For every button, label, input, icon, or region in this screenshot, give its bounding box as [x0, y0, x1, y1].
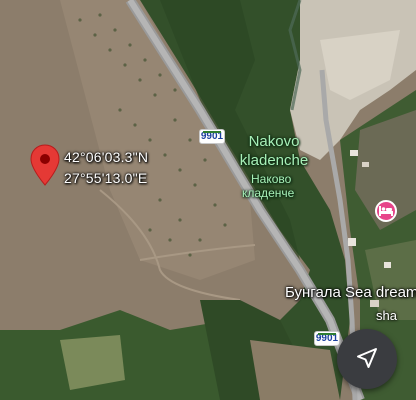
navigation-arrow-icon: [357, 348, 377, 368]
marker-longitude: 27°55'13.0"E: [64, 170, 148, 186]
satellite-map[interactable]: 42°06'03.3"N 27°55'13.0"E 9901 9901 Nako…: [0, 0, 416, 400]
poi-name-bg[interactable]: кладенче: [242, 186, 294, 201]
poi-name-en[interactable]: kladenche: [235, 151, 313, 170]
lodging-label[interactable]: Бунгала Sea dream: [285, 284, 416, 301]
poi-name-bg[interactable]: Наково: [251, 172, 291, 187]
hotel-bed-icon[interactable]: [375, 200, 397, 222]
poi-name-en[interactable]: Nakovo: [235, 132, 313, 151]
truncated-place-label: sha: [376, 308, 397, 323]
navigate-button[interactable]: [337, 329, 397, 389]
location-pin-icon[interactable]: [30, 144, 60, 186]
road-shield: 9901: [199, 129, 225, 144]
road-shield: 9901: [314, 331, 340, 346]
marker-latitude: 42°06'03.3"N: [64, 149, 149, 165]
